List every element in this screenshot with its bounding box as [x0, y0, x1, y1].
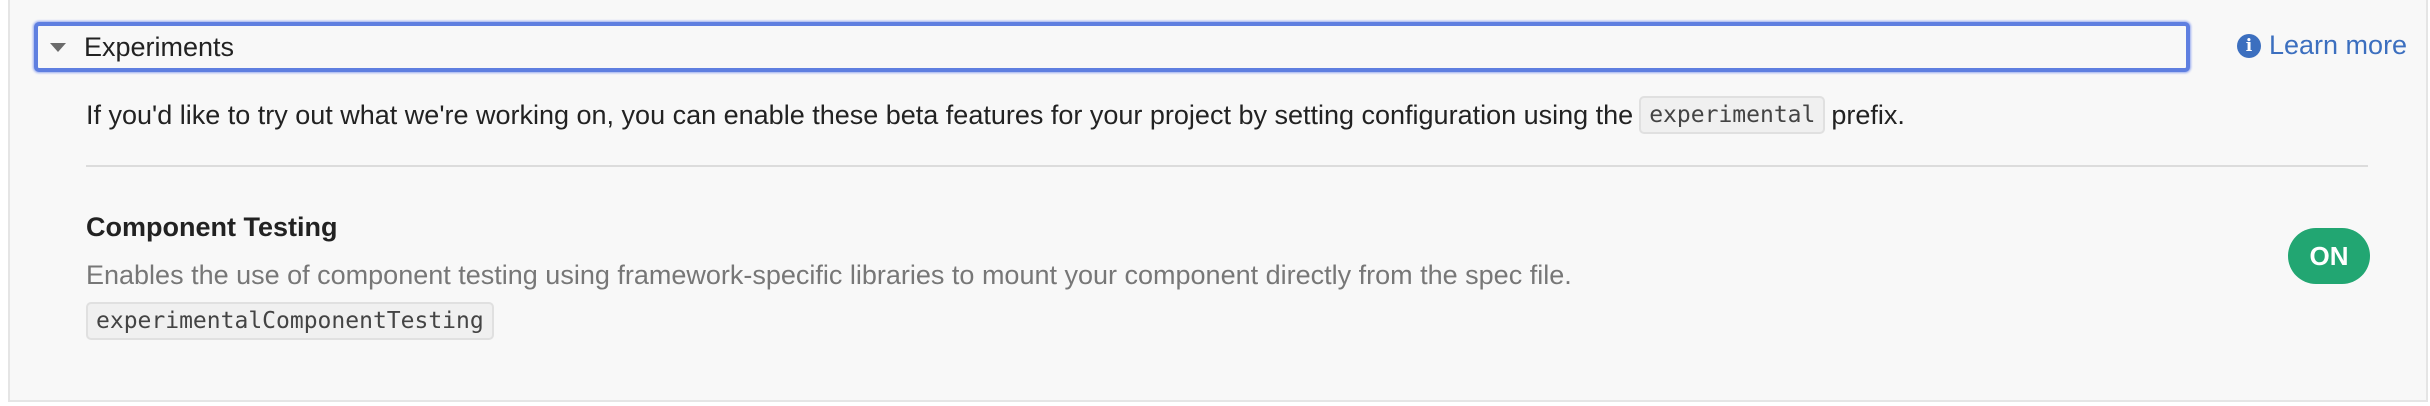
feature-description: Enables the use of component testing usi…: [86, 260, 1572, 290]
section-title: Experiments: [84, 31, 235, 62]
intro-text-before: If you'd like to try out what we're work…: [86, 99, 1634, 130]
learn-more-label: Learn more: [2269, 30, 2408, 60]
config-key-code: experimentalComponentTesting: [86, 302, 494, 340]
feature-title: Component Testing: [86, 212, 338, 242]
intro-code-experimental: experimental: [1639, 96, 1826, 134]
component-testing-toggle[interactable]: ON: [2288, 228, 2370, 284]
intro-text: If you'd like to try out what we're work…: [86, 96, 1905, 134]
info-icon: i: [2237, 33, 2261, 58]
intro-text-after: prefix.: [1831, 99, 1905, 130]
caret-down-icon: [50, 42, 66, 52]
experiments-section-toggle[interactable]: Experiments: [34, 22, 2190, 72]
divider: [86, 165, 2368, 167]
feature-config-key: experimentalComponentTesting: [86, 302, 494, 340]
experiments-panel: Experiments i Learn more If you'd like t…: [8, 0, 2428, 402]
learn-more-link[interactable]: i Learn more: [2237, 30, 2407, 61]
